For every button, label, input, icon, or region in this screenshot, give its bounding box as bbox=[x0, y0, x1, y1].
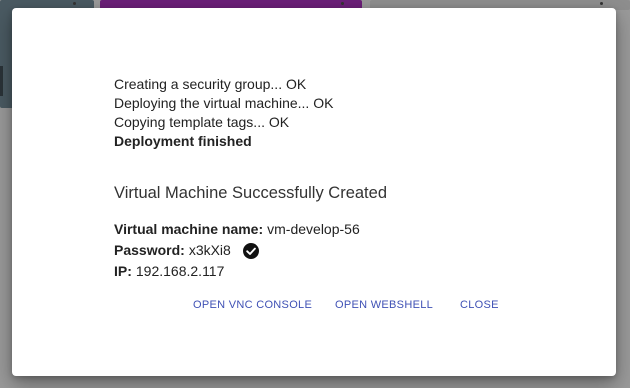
background-card-left-edge bbox=[0, 66, 3, 96]
ip-value: 192.168.2.117 bbox=[135, 263, 225, 279]
success-title: Virtual Machine Successfully Created bbox=[114, 184, 387, 202]
vm-name-value: vm-develop-56 bbox=[267, 221, 360, 237]
open-webshell-button[interactable]: OPEN WEBSHELL bbox=[335, 297, 433, 313]
open-vnc-console-button[interactable]: OPEN VNC CONSOLE bbox=[193, 297, 312, 313]
background-menu-dot bbox=[600, 2, 603, 5]
log-finished: Deployment finished bbox=[114, 133, 252, 149]
log-line: Deploying the virtual machine... OK bbox=[114, 95, 334, 111]
log-line: Creating a security group... OK bbox=[114, 76, 307, 92]
vm-name-row: Virtual machine name: vm-develop-56 bbox=[114, 219, 360, 240]
dialog-actions: OPEN VNC CONSOLE OPEN WEBSHELL CLOSE bbox=[12, 297, 616, 317]
background-menu-dot bbox=[341, 2, 344, 5]
password-value: x3kXi8 bbox=[188, 242, 231, 258]
check-circle-icon bbox=[242, 242, 259, 259]
ip-row: IP: 192.168.2.117 bbox=[114, 261, 360, 282]
deployment-dialog: Creating a security group... OK Deployin… bbox=[12, 8, 616, 376]
deployment-log: Creating a security group... OK Deployin… bbox=[114, 75, 333, 151]
background-menu-dot bbox=[73, 2, 76, 5]
vm-name-label: Virtual machine name: bbox=[114, 221, 264, 237]
close-button[interactable]: CLOSE bbox=[460, 297, 499, 313]
password-row: Password: x3kXi8 bbox=[114, 240, 360, 261]
password-label: Password: bbox=[114, 242, 185, 258]
vm-details: Virtual machine name: vm-develop-56 Pass… bbox=[114, 219, 360, 282]
ip-label: IP: bbox=[114, 263, 132, 279]
log-line: Copying template tags... OK bbox=[114, 114, 290, 130]
